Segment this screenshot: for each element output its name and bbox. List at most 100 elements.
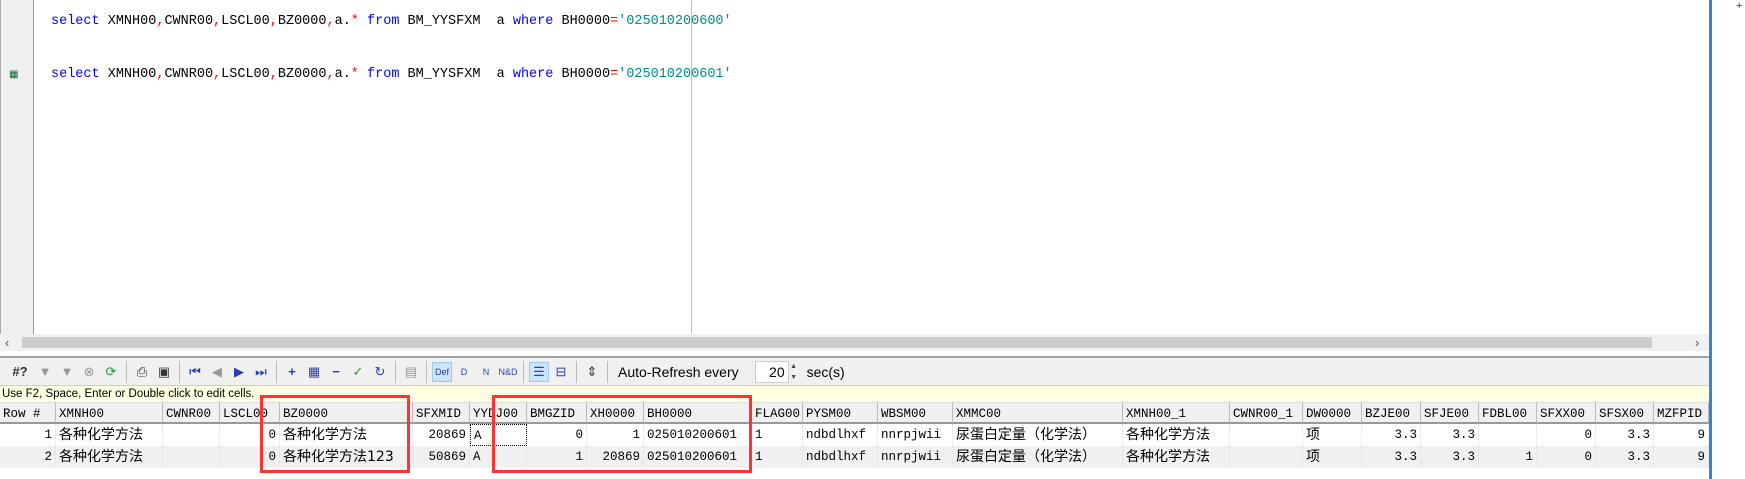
delete-record-icon[interactable]: − <box>326 362 346 382</box>
sql-editor[interactable]: ▦ select XMNH00,CWNR00,LSCL00,BZ0000,a.*… <box>0 0 1710 334</box>
table-cell[interactable]: 各种化学方法 <box>56 424 163 446</box>
table-cell[interactable]: 各种化学方法 <box>1123 424 1230 446</box>
column-header[interactable]: SFJE00 <box>1421 402 1479 424</box>
column-header[interactable]: XMNH00_1 <box>1123 402 1230 424</box>
table-cell[interactable]: 1 <box>1479 446 1537 468</box>
scrollbar-thumb[interactable] <box>22 337 1652 348</box>
separator <box>126 360 127 383</box>
column-header[interactable]: MZFPID <box>1654 402 1709 424</box>
table-cell[interactable]: 1 <box>752 424 803 446</box>
table-cell[interactable] <box>163 424 220 446</box>
column-header[interactable]: CWNR00_1 <box>1230 402 1303 424</box>
column-header[interactable]: SFXMID <box>413 402 470 424</box>
cancel-icon[interactable]: ⊗ <box>79 362 99 382</box>
column-header[interactable]: BZJE00 <box>1362 402 1421 424</box>
last-record-icon[interactable]: ⏭ <box>251 362 271 382</box>
sql-line-2[interactable]: select XMNH00,CWNR00,LSCL00,BZ0000,a.* f… <box>51 67 732 82</box>
table-cell[interactable]: 3.3 <box>1596 446 1654 468</box>
table-cell[interactable]: ndbdlhxf <box>803 446 878 468</box>
column-header[interactable]: SFXX00 <box>1537 402 1596 424</box>
sql-column: LSCL00 <box>221 14 270 29</box>
insert-record-icon[interactable]: + <box>282 362 302 382</box>
table-row[interactable]: 1 各种化学方法 0 各种化学方法 20869 A 0 1 025010200601 1 ndbdl… <box>0 424 1709 446</box>
table-cell[interactable]: 各种化学方法 <box>1123 446 1230 468</box>
default-mode-button[interactable]: Def <box>432 361 452 382</box>
table-cell[interactable] <box>1230 424 1303 446</box>
nd-mode-button[interactable]: N&D <box>498 362 518 382</box>
post-changes-icon[interactable]: ✓ <box>348 362 368 382</box>
table-cell[interactable] <box>163 446 220 468</box>
duplicate-record-icon[interactable]: ▦ <box>304 362 324 382</box>
table-cell[interactable]: 项 <box>1303 424 1362 446</box>
table-cell[interactable]: 各种化学方法 <box>56 446 163 468</box>
expand-icon[interactable]: + <box>1736 0 1742 12</box>
table-cell[interactable]: 0 <box>1537 424 1596 446</box>
sql-star: * <box>350 14 359 29</box>
form-view-icon[interactable]: ⊟ <box>551 362 571 382</box>
sql-operator: = <box>610 67 619 82</box>
filter-icon[interactable]: ▼ <box>35 362 55 382</box>
sql-column: CWNR00 <box>164 67 214 82</box>
sql-operator: = <box>610 14 619 29</box>
table-cell[interactable]: nnrpjwii <box>878 424 953 446</box>
column-header[interactable]: CWNR00 <box>163 402 220 424</box>
scroll-right-icon[interactable]: › <box>1695 334 1699 351</box>
table-cell[interactable]: 20869 <box>413 424 470 446</box>
table-cell[interactable]: 3.3 <box>1362 424 1421 446</box>
column-header[interactable]: FDBL00 <box>1479 402 1537 424</box>
table-cell[interactable]: 9 <box>1654 446 1709 468</box>
table-cell[interactable]: 尿蛋白定量（化学法） <box>953 424 1123 446</box>
first-record-icon[interactable]: ⏮ <box>185 362 205 382</box>
scroll-left-icon[interactable]: ‹ <box>5 334 9 351</box>
table-cell[interactable] <box>1479 424 1537 446</box>
refresh-record-icon[interactable]: ↻ <box>370 362 390 382</box>
result-toolbar: #? ▼ ▼ ⊗ ⟳ ⎙ ▣ ⏮ ◀ ▶ ⏭ + ▦ − ✓ ↻ ▤ Def D… <box>0 356 1709 386</box>
column-header[interactable]: XMNH00 <box>56 402 163 424</box>
column-header[interactable]: FLAG00 <box>752 402 803 424</box>
table-cell[interactable]: 50869 <box>413 446 470 468</box>
column-header[interactable]: WBSM00 <box>878 402 953 424</box>
sql-comma: , <box>213 14 222 29</box>
table-cell[interactable]: nnrpjwii <box>878 446 953 468</box>
column-header[interactable]: PYSM00 <box>803 402 878 424</box>
table-cell[interactable]: 项 <box>1303 446 1362 468</box>
sql-field: BH0000 <box>561 67 611 82</box>
auto-refresh-input[interactable]: 20 <box>754 360 789 383</box>
clear-filter-icon[interactable]: ▼ <box>57 362 77 382</box>
table-cell[interactable]: 尿蛋白定量（化学法） <box>953 446 1123 468</box>
table-cell[interactable]: 9 <box>1654 424 1709 446</box>
column-header[interactable]: DW0000 <box>1303 402 1362 424</box>
next-record-icon[interactable]: ▶ <box>229 362 249 382</box>
table-cell[interactable]: 1 <box>752 446 803 468</box>
d-mode-button[interactable]: D <box>454 362 474 382</box>
table-cell[interactable]: ndbdlhxf <box>803 424 878 446</box>
print-icon[interactable]: ⎙ <box>132 362 152 382</box>
table-row[interactable]: 2 各种化学方法 0 各种化学方法123 50869 A 1 20869 02501020060… <box>0 446 1709 468</box>
save-icon[interactable]: ▣ <box>154 362 174 382</box>
table-cell[interactable]: 3.3 <box>1596 424 1654 446</box>
sql-line-1[interactable]: select XMNH00,CWNR00,LSCL00,BZ0000,a.* f… <box>51 14 732 29</box>
column-header[interactable]: XMMC00 <box>953 402 1123 424</box>
table-cell[interactable]: 0 <box>1537 446 1596 468</box>
separator <box>523 360 524 383</box>
row-number[interactable]: 1 <box>0 424 56 446</box>
column-header[interactable]: Row # <box>0 402 56 424</box>
autosize-icon[interactable]: ⇕ <box>582 362 602 382</box>
column-header[interactable]: SFSX00 <box>1596 402 1654 424</box>
previous-record-icon[interactable]: ◀ <box>207 362 227 382</box>
clear-icon[interactable]: ▤ <box>401 362 421 382</box>
table-cell[interactable]: 3.3 <box>1362 446 1421 468</box>
refresh-icon[interactable]: ⟳ <box>101 362 121 382</box>
separator <box>426 360 427 383</box>
table-cell[interactable] <box>1230 446 1303 468</box>
grid-view-icon[interactable]: ☰ <box>529 361 549 382</box>
sql-keyword: select <box>51 67 100 82</box>
horizontal-scrollbar[interactable]: ‹ › <box>0 334 1710 351</box>
query-by-example-button[interactable]: #? <box>7 362 33 382</box>
table-cell[interactable]: 3.3 <box>1421 424 1479 446</box>
separator <box>607 360 608 383</box>
n-mode-button[interactable]: N <box>476 362 496 382</box>
auto-refresh-spinner[interactable]: ▲ ▼ <box>789 361 799 383</box>
table-cell[interactable]: 3.3 <box>1421 446 1479 468</box>
row-number[interactable]: 2 <box>0 446 56 468</box>
